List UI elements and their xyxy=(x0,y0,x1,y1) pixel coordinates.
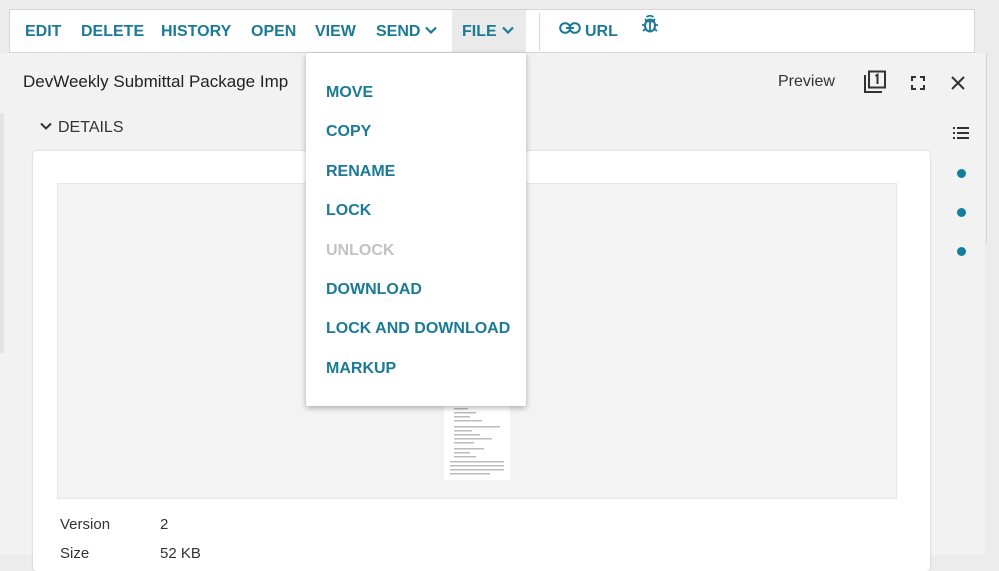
edit-button[interactable]: EDIT xyxy=(25,10,61,52)
version-label: Version xyxy=(60,516,111,533)
fullscreen-icon[interactable] xyxy=(911,76,925,95)
size-value: 52 KB xyxy=(160,545,201,562)
delete-button[interactable]: DELETE xyxy=(81,10,144,52)
document-title: DevWeekly Submittal Package Imp xyxy=(23,72,289,91)
view-button[interactable]: VIEW xyxy=(315,10,356,52)
menu-item-lock[interactable]: LOCK xyxy=(326,202,371,220)
open-button[interactable]: OPEN xyxy=(251,10,296,52)
preview-toggle[interactable]: Preview xyxy=(778,73,835,91)
nav-dot[interactable] xyxy=(957,247,966,256)
nav-dot[interactable] xyxy=(957,208,966,217)
bug-icon xyxy=(640,8,660,52)
details-label: DETAILS xyxy=(58,119,124,136)
menu-item-download[interactable]: DOWNLOAD xyxy=(326,281,422,299)
version-value: 2 xyxy=(160,516,169,533)
chevron-down-icon xyxy=(40,117,52,135)
list-icon[interactable] xyxy=(953,126,969,145)
details-toggle[interactable]: DETAILS xyxy=(40,119,124,137)
document-thumbnail[interactable] xyxy=(444,398,510,480)
left-pane-edge xyxy=(0,113,4,353)
nav-dot[interactable] xyxy=(957,169,966,178)
action-toolbar: EDIT DELETE HISTORY OPEN VIEW SEND FILE … xyxy=(9,9,975,53)
file-dropdown-menu: MOVE COPY RENAME LOCK UNLOCK DOWNLOAD LO… xyxy=(306,53,526,406)
menu-item-move[interactable]: MOVE xyxy=(326,84,373,102)
url-button[interactable]: URL xyxy=(559,10,618,52)
page-count-icon[interactable] xyxy=(863,70,887,99)
url-label: URL xyxy=(585,23,618,40)
menu-item-lock-and-download[interactable]: LOCK AND DOWNLOAD xyxy=(326,320,510,338)
toolbar-separator xyxy=(539,13,540,51)
menu-item-unlock: UNLOCK xyxy=(326,242,395,259)
size-label: Size xyxy=(60,545,90,562)
menu-item-rename[interactable]: RENAME xyxy=(326,163,395,181)
send-label: SEND xyxy=(376,23,421,40)
menu-item-copy[interactable]: COPY xyxy=(326,123,371,141)
link-icon xyxy=(559,8,581,52)
chevron-down-icon xyxy=(501,8,514,52)
history-button[interactable]: HISTORY xyxy=(161,10,231,52)
send-button[interactable]: SEND xyxy=(376,8,438,52)
file-label: FILE xyxy=(462,23,497,40)
menu-item-markup[interactable]: MARKUP xyxy=(326,360,396,378)
bug-button[interactable] xyxy=(640,10,660,52)
chevron-down-icon xyxy=(425,8,438,52)
close-icon[interactable] xyxy=(950,75,966,96)
right-divider xyxy=(986,53,987,243)
file-button[interactable]: FILE xyxy=(452,10,526,52)
